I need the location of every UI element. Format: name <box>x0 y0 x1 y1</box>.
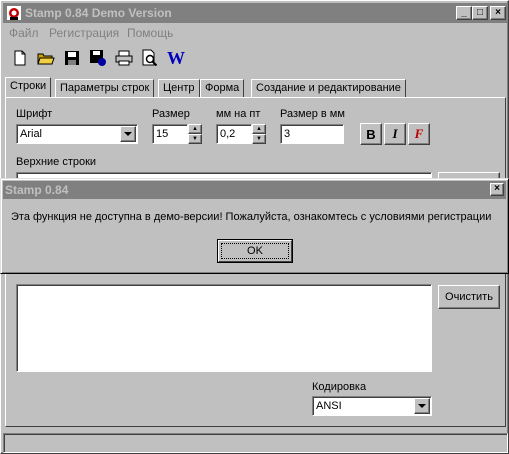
spin-down-icon[interactable]: ▼ <box>188 134 202 144</box>
size-mm-input[interactable]: 3 <box>280 124 344 144</box>
word-icon[interactable]: W <box>165 47 187 69</box>
print-preview-icon[interactable] <box>139 47 161 69</box>
window-title: Stamp 0.84 Demo Version <box>25 6 172 20</box>
toolbar: W <box>3 45 508 73</box>
spin-up-icon[interactable]: ▲ <box>252 124 266 134</box>
open-folder-icon[interactable] <box>35 47 57 69</box>
app-icon <box>6 5 22 21</box>
dialog-title: Stamp 0.84 <box>5 183 69 197</box>
size-input[interactable]: 15 <box>152 124 188 144</box>
tab-line-params[interactable]: Параметры строк <box>55 79 155 97</box>
chevron-down-icon[interactable] <box>414 398 430 414</box>
save-as-icon[interactable] <box>87 47 109 69</box>
tab-create-edit[interactable]: Создание и редактирование <box>251 79 406 97</box>
spin-down-icon[interactable]: ▼ <box>252 134 266 144</box>
focus-rect <box>221 243 289 259</box>
tab-center[interactable]: Центр <box>158 79 200 97</box>
dialog-message: Эта функция не доступна в демо-версии! П… <box>11 211 492 223</box>
font-value: Arial <box>20 128 43 140</box>
encoding-value: ANSI <box>316 400 342 412</box>
print-icon[interactable] <box>113 47 135 69</box>
tab-lines[interactable]: Строки <box>5 77 52 97</box>
menu-bar: Файл Регистрация Помощь <box>3 23 508 43</box>
mm-per-pt-label: мм на пт <box>216 108 261 120</box>
size-spinner[interactable]: ▲ ▼ <box>188 124 202 144</box>
close-button[interactable]: × <box>490 6 506 20</box>
menu-file[interactable]: Файл <box>9 26 39 40</box>
dialog-title-bar[interactable]: Stamp 0.84 × <box>3 181 506 199</box>
tab-shape[interactable]: Форма <box>200 79 245 97</box>
dialog-close-button[interactable]: × <box>490 183 504 196</box>
bold-button[interactable]: B <box>360 123 382 145</box>
upper-lines-label: Верхние строки <box>16 156 97 168</box>
font-label: Шрифт <box>16 108 53 120</box>
lower-lines-textarea[interactable] <box>16 284 432 372</box>
status-bar <box>3 433 508 453</box>
mm-per-pt-spinner[interactable]: ▲ ▼ <box>252 124 266 144</box>
size-label: Размер <box>152 108 190 120</box>
minimize-button[interactable]: _ <box>456 6 472 20</box>
demo-dialog: Stamp 0.84 × Эта функция не доступна в д… <box>0 178 509 274</box>
font-combobox[interactable]: Arial <box>16 124 138 144</box>
menu-help[interactable]: Помощь <box>127 26 173 40</box>
maximize-button[interactable]: □ <box>472 6 488 20</box>
save-icon[interactable] <box>61 47 83 69</box>
spin-up-icon[interactable]: ▲ <box>188 124 202 134</box>
mm-per-pt-input[interactable]: 0,2 <box>216 124 252 144</box>
encoding-combobox[interactable]: ANSI <box>312 396 432 416</box>
new-file-icon[interactable] <box>9 47 31 69</box>
special-format-button[interactable]: F <box>408 123 430 145</box>
chevron-down-icon[interactable] <box>120 126 136 142</box>
main-title-bar[interactable]: Stamp 0.84 Demo Version _ □ × <box>3 3 508 23</box>
italic-button[interactable]: I <box>384 123 406 145</box>
clear-button[interactable]: Очистить <box>438 285 500 309</box>
menu-registration[interactable]: Регистрация <box>49 26 119 40</box>
size-mm-label: Размер в мм <box>280 108 345 120</box>
encoding-label: Кодировка <box>312 381 367 393</box>
ok-button[interactable]: OK <box>217 239 293 263</box>
